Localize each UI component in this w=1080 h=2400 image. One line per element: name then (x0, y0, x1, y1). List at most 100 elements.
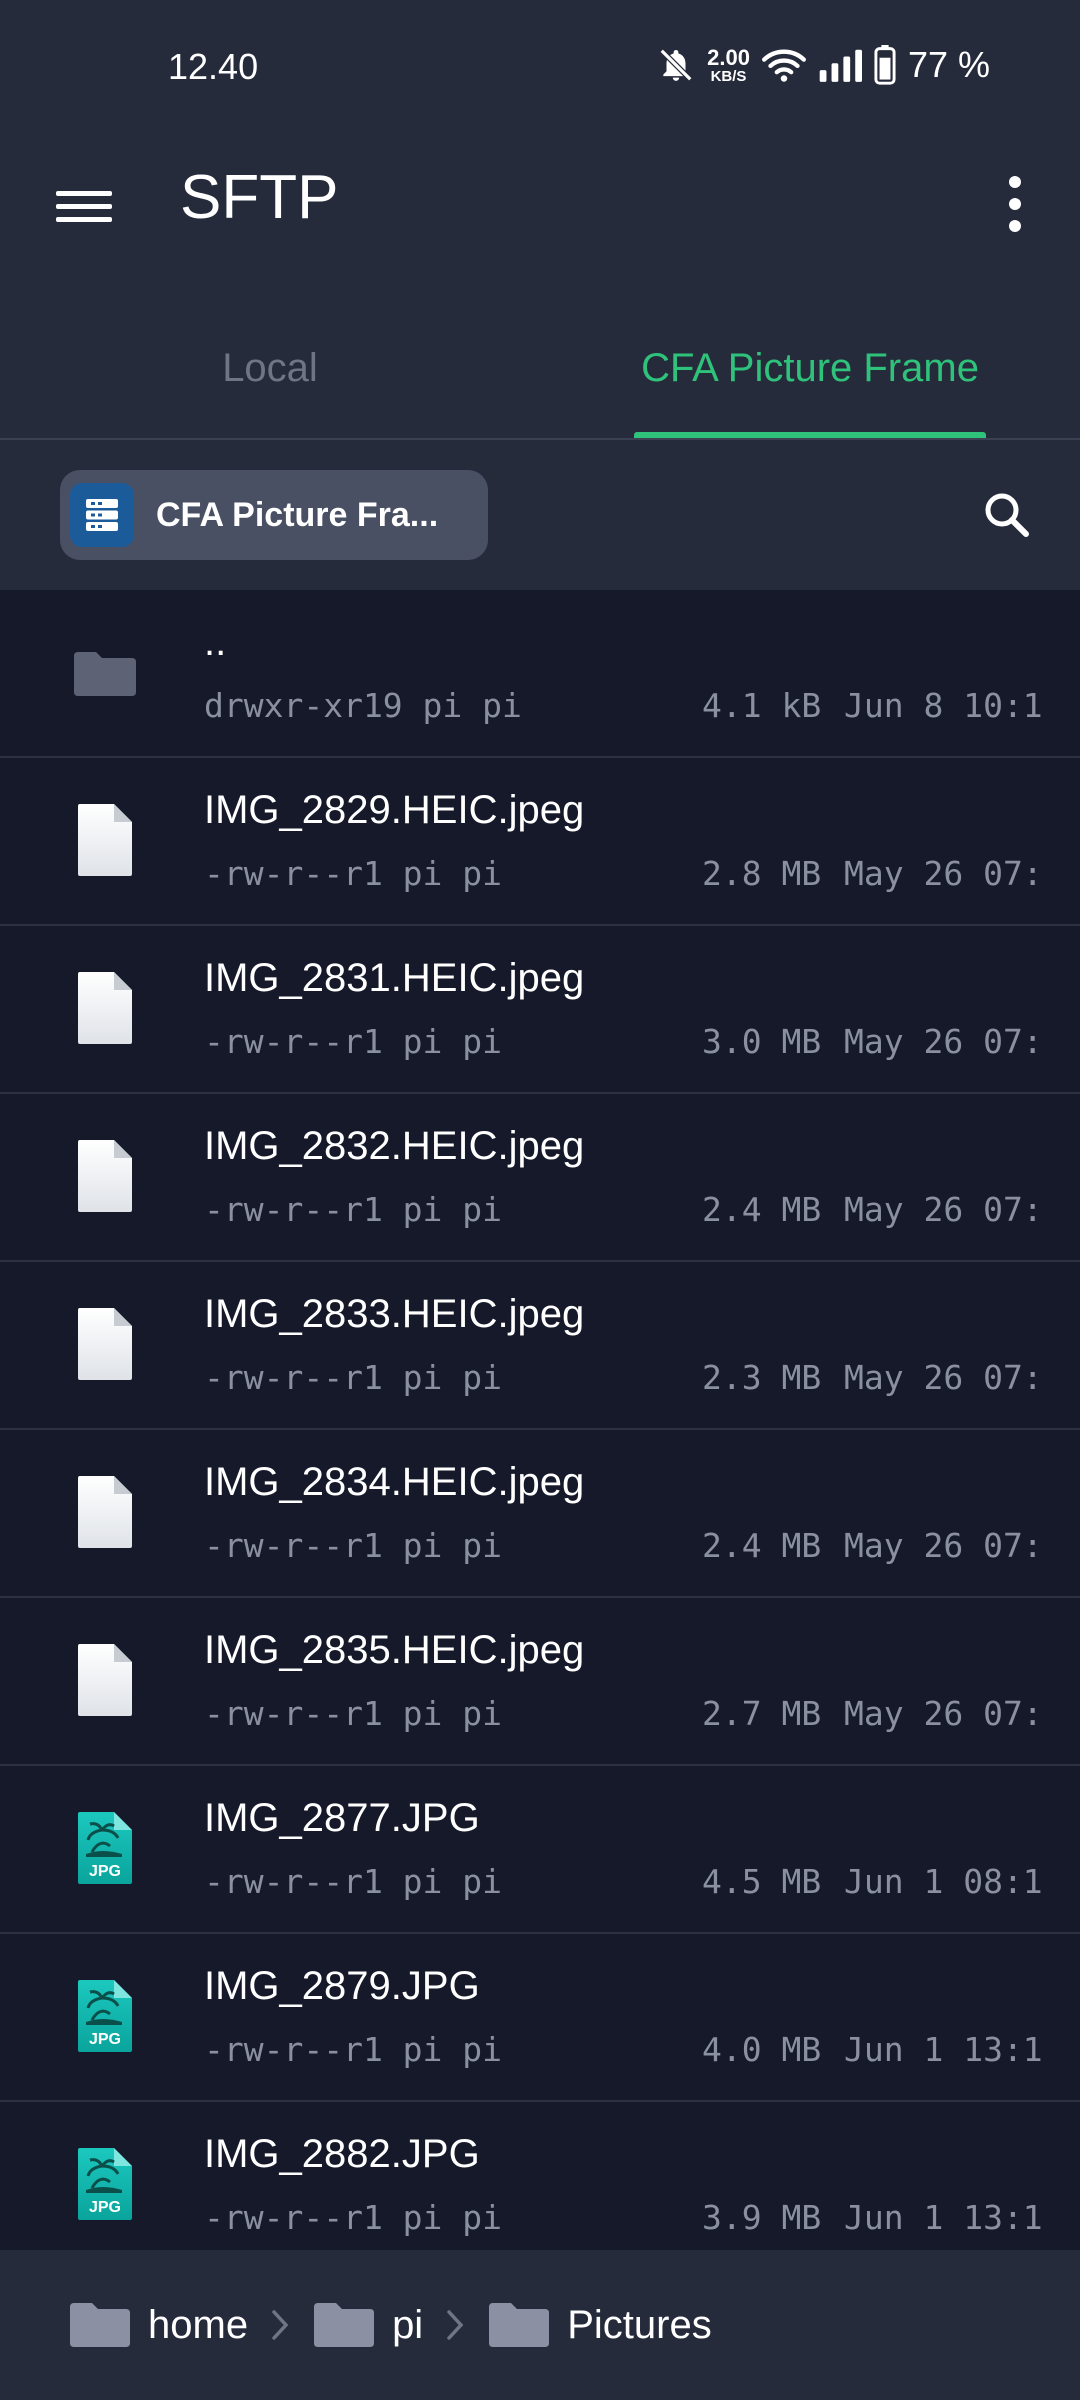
app-title: SFTP (180, 163, 339, 232)
more-options-button[interactable] (980, 164, 1050, 244)
file-permissions: -rw-r--r1 pi pi (204, 1694, 503, 1733)
breadcrumb-label: Pictures (567, 2302, 712, 2347)
file-meta: -rw-r--r1 pi pi 2.4 MB May 26 07: (204, 1190, 1080, 1240)
breadcrumb-item-pi[interactable]: pi (312, 2299, 423, 2351)
chevron-right-icon (445, 2308, 465, 2342)
file-meta: -rw-r--r1 pi pi 4.5 MB Jun 1 08:1 (204, 1862, 1080, 1912)
host-selector-chip[interactable]: CFA Picture Fra... (60, 470, 488, 560)
folder-icon (74, 652, 136, 696)
network-speed-value: 2.00 (707, 44, 750, 70)
list-item[interactable]: IMG_2832.HEIC.jpeg -rw-r--r1 pi pi 2.4 M… (0, 1094, 1080, 1262)
tab-local[interactable]: Local (0, 346, 540, 391)
file-meta: drwxr-xr19 pi pi 4.1 kB Jun 8 10:1 (204, 686, 1080, 736)
file-date: May 26 07: (844, 1358, 1043, 1397)
list-item[interactable]: IMG_2831.HEIC.jpeg -rw-r--r1 pi pi 3.0 M… (0, 926, 1080, 1094)
file-date: Jun 1 08:1 (844, 1862, 1043, 1901)
status-icons: 2.00 KB/S 77 % (657, 40, 990, 90)
search-button[interactable] (972, 480, 1042, 550)
file-permissions: -rw-r--r1 pi pi (204, 1526, 503, 1565)
file-list[interactable]: .. drwxr-xr19 pi pi 4.1 kB Jun 8 10:1 IM… (0, 590, 1080, 2250)
file-meta: -rw-r--r1 pi pi 4.0 MB Jun 1 13:1 (204, 2030, 1080, 2080)
file-icon (78, 1476, 132, 1548)
network-speed: 2.00 KB/S (707, 44, 750, 85)
breadcrumb-item-pictures[interactable]: Pictures (487, 2299, 712, 2351)
file-date: Jun 1 13:1 (844, 2198, 1043, 2237)
list-item[interactable]: IMG_2835.HEIC.jpeg -rw-r--r1 pi pi 2.7 M… (0, 1598, 1080, 1766)
list-item[interactable]: IMG_2834.HEIC.jpeg -rw-r--r1 pi pi 2.4 M… (0, 1430, 1080, 1598)
file-name: IMG_2829.HEIC.jpeg (204, 788, 585, 832)
file-size: 4.0 MB (702, 2030, 822, 2069)
file-date: Jun 8 10:1 (844, 686, 1043, 725)
file-meta: -rw-r--r1 pi pi 2.3 MB May 26 07: (204, 1358, 1080, 1408)
battery-icon (874, 45, 896, 85)
breadcrumb-label: home (148, 2302, 249, 2347)
file-name: IMG_2833.HEIC.jpeg (204, 1292, 585, 1336)
host-label: CFA Picture Fra... (156, 495, 439, 534)
jpg-file-icon: JPG (78, 1812, 132, 1884)
tab-remote-host[interactable]: CFA Picture Frame (540, 346, 1080, 391)
file-permissions: -rw-r--r1 pi pi (204, 1358, 503, 1397)
wifi-icon (761, 49, 806, 82)
file-meta: -rw-r--r1 pi pi 2.4 MB May 26 07: (204, 1526, 1080, 1576)
file-date: May 26 07: (844, 1526, 1043, 1565)
file-permissions: drwxr-xr19 pi pi (204, 686, 522, 725)
folder-icon (314, 2303, 375, 2347)
file-size: 3.9 MB (702, 2198, 822, 2237)
battery-percent: 77 % (907, 44, 990, 85)
file-permissions: -rw-r--r1 pi pi (204, 854, 503, 893)
file-icon (78, 1308, 132, 1380)
file-meta: -rw-r--r1 pi pi 3.9 MB Jun 1 13:1 (204, 2198, 1080, 2248)
file-date: Jun 1 13:1 (844, 2030, 1043, 2069)
file-size: 2.4 MB (702, 1190, 822, 1229)
search-icon (985, 493, 1029, 537)
file-permissions: -rw-r--r1 pi pi (204, 2198, 503, 2237)
file-name: IMG_2879.JPG (204, 1964, 480, 2008)
file-size: 2.3 MB (702, 1358, 822, 1397)
list-item[interactable]: IMG_2833.HEIC.jpeg -rw-r--r1 pi pi 2.3 M… (0, 1262, 1080, 1430)
folder-icon (70, 2303, 130, 2347)
file-size: 2.8 MB (702, 854, 822, 893)
jpg-file-icon: JPG (78, 1980, 132, 2052)
list-item[interactable]: IMG_2829.HEIC.jpeg -rw-r--r1 pi pi 2.8 M… (0, 758, 1080, 926)
file-icon (78, 1644, 132, 1716)
file-name: IMG_2882.JPG (204, 2132, 480, 2176)
jpg-file-icon: JPG (78, 2148, 132, 2220)
breadcrumb: home pi Pictures (0, 2250, 1080, 2400)
file-meta: -rw-r--r1 pi pi 2.7 MB May 26 07: (204, 1694, 1080, 1744)
file-name: IMG_2831.HEIC.jpeg (204, 956, 585, 1000)
file-name: .. (204, 620, 227, 664)
file-size: 2.7 MB (702, 1694, 822, 1733)
file-date: May 26 07: (844, 1694, 1043, 1733)
file-icon (78, 1140, 132, 1212)
file-size: 4.1 kB (702, 686, 822, 725)
hamburger-menu-icon (56, 191, 112, 222)
file-permissions: -rw-r--r1 pi pi (204, 1190, 503, 1229)
server-icon (70, 483, 134, 547)
file-size: 2.4 MB (702, 1526, 822, 1565)
more-vertical-icon (1009, 176, 1021, 232)
file-name: IMG_2832.HEIC.jpeg (204, 1124, 585, 1168)
folder-icon (489, 2303, 550, 2347)
list-item[interactable]: JPG IMG_2879.JPG -rw-r--r1 pi pi 4.0 MB … (0, 1934, 1080, 2102)
file-permissions: -rw-r--r1 pi pi (204, 1022, 503, 1061)
file-date: May 26 07: (844, 854, 1043, 893)
file-name: IMG_2834.HEIC.jpeg (204, 1460, 585, 1504)
breadcrumb-item-home[interactable]: home (68, 2299, 248, 2351)
file-date: May 26 07: (844, 1022, 1043, 1061)
file-permissions: -rw-r--r1 pi pi (204, 1862, 503, 1901)
list-item[interactable]: JPG IMG_2882.JPG -rw-r--r1 pi pi 3.9 MB … (0, 2102, 1080, 2250)
network-speed-unit: KB/S (710, 67, 747, 85)
file-meta: -rw-r--r1 pi pi 2.8 MB May 26 07: (204, 854, 1080, 904)
file-size: 3.0 MB (702, 1022, 822, 1061)
menu-button[interactable] (46, 168, 122, 244)
list-item-parent-dir[interactable]: .. drwxr-xr19 pi pi 4.1 kB Jun 8 10:1 (0, 590, 1080, 758)
file-icon (78, 804, 132, 876)
toolbar: CFA Picture Fra... (0, 440, 1080, 590)
list-item[interactable]: JPG IMG_2877.JPG -rw-r--r1 pi pi 4.5 MB … (0, 1766, 1080, 1934)
jpg-badge-label: JPG (89, 2031, 121, 2048)
file-size: 4.5 MB (702, 1862, 822, 1901)
file-date: May 26 07: (844, 1190, 1043, 1229)
file-meta: -rw-r--r1 pi pi 3.0 MB May 26 07: (204, 1022, 1080, 1072)
file-name: IMG_2877.JPG (204, 1796, 480, 1840)
status-time: 12.40 (168, 46, 259, 87)
